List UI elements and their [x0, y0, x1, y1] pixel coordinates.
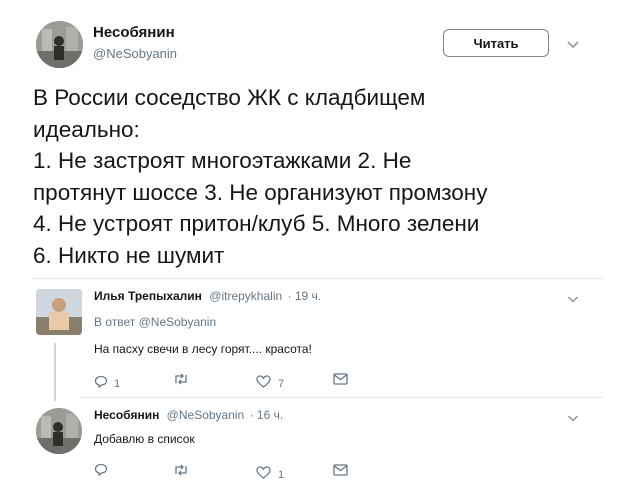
chevron-down-icon[interactable] [567, 291, 579, 309]
retweet-icon [173, 464, 189, 476]
reply-text: Добавлю в список [94, 432, 195, 446]
retweet-action[interactable] [173, 373, 195, 385]
envelope-icon [333, 464, 348, 476]
heart-icon [256, 465, 271, 479]
reply-avatar[interactable] [36, 408, 82, 454]
reply-timestamp[interactable]: · 16 ч. [250, 408, 284, 422]
reply-author-handle[interactable]: @NeSobyanin [167, 408, 245, 422]
follow-button[interactable]: Читать [443, 29, 549, 57]
reply-action[interactable]: 1 [94, 372, 120, 390]
divider [33, 278, 603, 279]
like-action[interactable]: 7 [256, 372, 284, 390]
reply-avatar[interactable] [36, 289, 82, 335]
reply-author-name[interactable]: Илья Трепыхалин [94, 289, 202, 303]
reply-to-label: В ответ @NeSobyanin [94, 315, 217, 329]
reply-timestamp[interactable]: · 19 ч. [288, 289, 322, 303]
reply-icon [94, 375, 108, 388]
dm-action[interactable] [333, 464, 348, 476]
envelope-icon [333, 373, 348, 385]
reply-text: На пасху свечи в лесу горят.... красота! [94, 342, 312, 356]
divider [80, 397, 603, 398]
tweet-text: В России соседство ЖК с кладбищем идеаль… [33, 85, 488, 268]
chevron-down-icon[interactable] [566, 37, 580, 55]
chevron-down-icon[interactable] [567, 410, 579, 428]
like-action[interactable]: 1 [256, 463, 284, 481]
author-avatar[interactable] [36, 21, 83, 68]
dm-action[interactable] [333, 373, 348, 385]
reply-action[interactable] [94, 463, 114, 476]
heart-icon [256, 374, 271, 388]
reply-icon [94, 463, 108, 476]
reply-author-name[interactable]: Несобянин [94, 408, 159, 422]
retweet-action[interactable] [173, 464, 195, 476]
retweet-icon [173, 373, 189, 385]
reply-author-handle[interactable]: @itrepykhalin [209, 289, 282, 303]
author-handle[interactable]: @NeSobyanin [93, 46, 177, 61]
thread-line [54, 343, 56, 401]
like-count: 7 [278, 378, 285, 390]
author-name[interactable]: Несобянин [93, 24, 175, 41]
reply-count: 1 [114, 378, 121, 390]
like-count: 1 [278, 469, 285, 481]
